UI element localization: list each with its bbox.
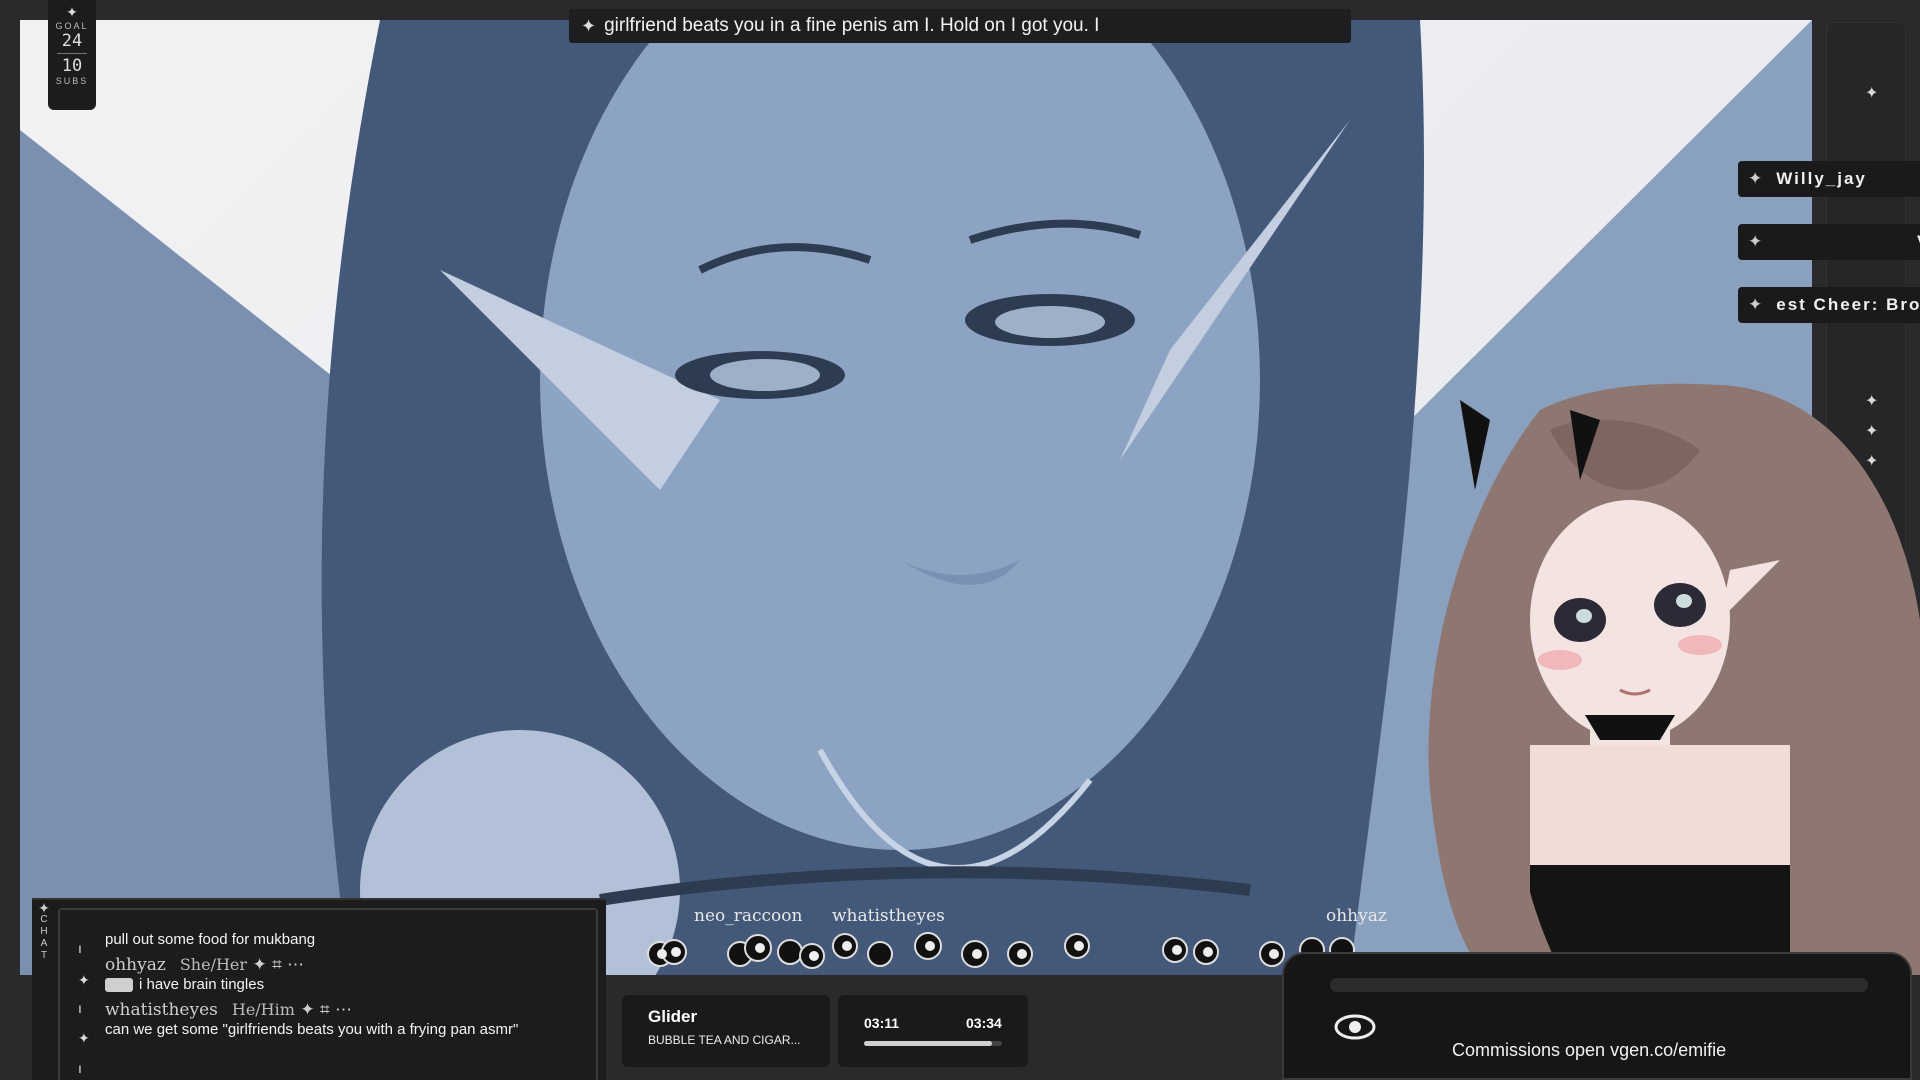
goal-unit: SUBS	[55, 76, 89, 86]
eye-icon	[1334, 1014, 1376, 1040]
commissions-text: Commissions open vgen.co/emifie	[1452, 1040, 1727, 1060]
sparkle-icon: ✦	[38, 900, 50, 916]
track-progress-bar	[864, 1041, 1002, 1046]
chat-message: can we get some "girlfriends beats you w…	[105, 1021, 519, 1038]
chat-message: pull out some food for mukbang	[105, 931, 316, 948]
sparkle-icon: ✦	[1748, 169, 1765, 188]
chat-panel: ✦ C H A T ı pull out some food for mukba…	[32, 898, 606, 1080]
chat-side-letter: A	[40, 938, 48, 949]
chat-username[interactable]: whatistheyes He/Him ✦ ⌗ ⋯	[105, 1000, 584, 1020]
track-timer: 03:11 03:34	[838, 995, 1028, 1067]
live-caption-bar: ✦ girlfriend beats you in a fine penis a…	[569, 9, 1351, 43]
event-tag-best-cheer: ✦ est Cheer: Brol	[1738, 287, 1920, 323]
sparkle-icon: ✦	[1865, 85, 1879, 102]
sparkle-icon: ✦	[581, 15, 597, 36]
event-tag-label: est Cheer: Brol	[1776, 295, 1920, 314]
event-tag-latest-follower: ✦ Willy_jay	[1738, 161, 1920, 197]
message-tick-icon: ı	[78, 940, 82, 956]
chat-message: i have brain tingles	[105, 975, 584, 994]
goal-label: GOAL	[55, 21, 89, 31]
sub-goal-widget: ✦ GOAL 24 10 SUBS	[48, 0, 96, 110]
chat-username[interactable]: ohhyaz She/Her ✦ ⌗ ⋯	[105, 955, 584, 975]
sparkle-icon: ✦	[1748, 295, 1765, 314]
track-progress-fill	[864, 1041, 993, 1046]
caption-text: girlfriend beats you in a fine penis am …	[604, 15, 1100, 36]
chat-side-letter: T	[40, 950, 48, 961]
track-artist: BUBBLE TEA AND CIGAR...	[648, 1033, 801, 1047]
sparkle-icon: ✦ ⌗ ⋯	[252, 955, 305, 975]
panel-band	[1330, 978, 1868, 992]
goal-current: 24	[61, 31, 83, 51]
commissions-panel: Commissions open vgen.co/emifie	[1282, 952, 1912, 1080]
username-text: whatistheyes	[105, 1000, 218, 1020]
event-tag-latest-sub: ✦ Vr	[1738, 224, 1920, 260]
stream-overlay: ✦ GOAL 24 10 SUBS ✦ girlfriend beats you…	[0, 0, 1920, 1080]
chat-side-letter: C	[40, 914, 48, 925]
chat-message-text: i have brain tingles	[139, 976, 265, 993]
event-tag-label: Willy_jay	[1776, 169, 1867, 188]
sparkle-icon: ✦	[1748, 232, 1765, 251]
message-tick-icon: ı	[78, 1000, 82, 1016]
pronoun-badge: She/Her	[179, 955, 248, 974]
now-playing-card: Glider BUBBLE TEA AND CIGAR...	[622, 995, 830, 1067]
goal-divider	[57, 53, 87, 54]
sparkle-icon: ✦	[78, 1030, 90, 1046]
username-text: ohhyaz	[105, 955, 166, 975]
emote-icon	[105, 978, 133, 993]
sparkle-icon: ✦	[78, 972, 90, 988]
message-tick-icon: ı	[78, 1060, 82, 1076]
elapsed-time: 03:11	[864, 1015, 900, 1031]
pronoun-badge: He/Him	[231, 1000, 295, 1019]
sparkle-icon: ✦	[66, 4, 78, 20]
goal-target: 10	[61, 56, 83, 76]
vtuber-avatar	[1428, 383, 1920, 980]
chat-side-label: ✦ C H A T	[32, 900, 56, 1080]
total-time: 03:34	[966, 1015, 1002, 1031]
chat-messages[interactable]: ı pull out some food for mukbang ✦ ohhya…	[58, 908, 598, 1080]
track-title: Glider	[648, 1007, 698, 1026]
badge-icons: ✦ ⌗ ⋯	[300, 1000, 352, 1020]
chat-side-letter: H	[40, 926, 48, 937]
